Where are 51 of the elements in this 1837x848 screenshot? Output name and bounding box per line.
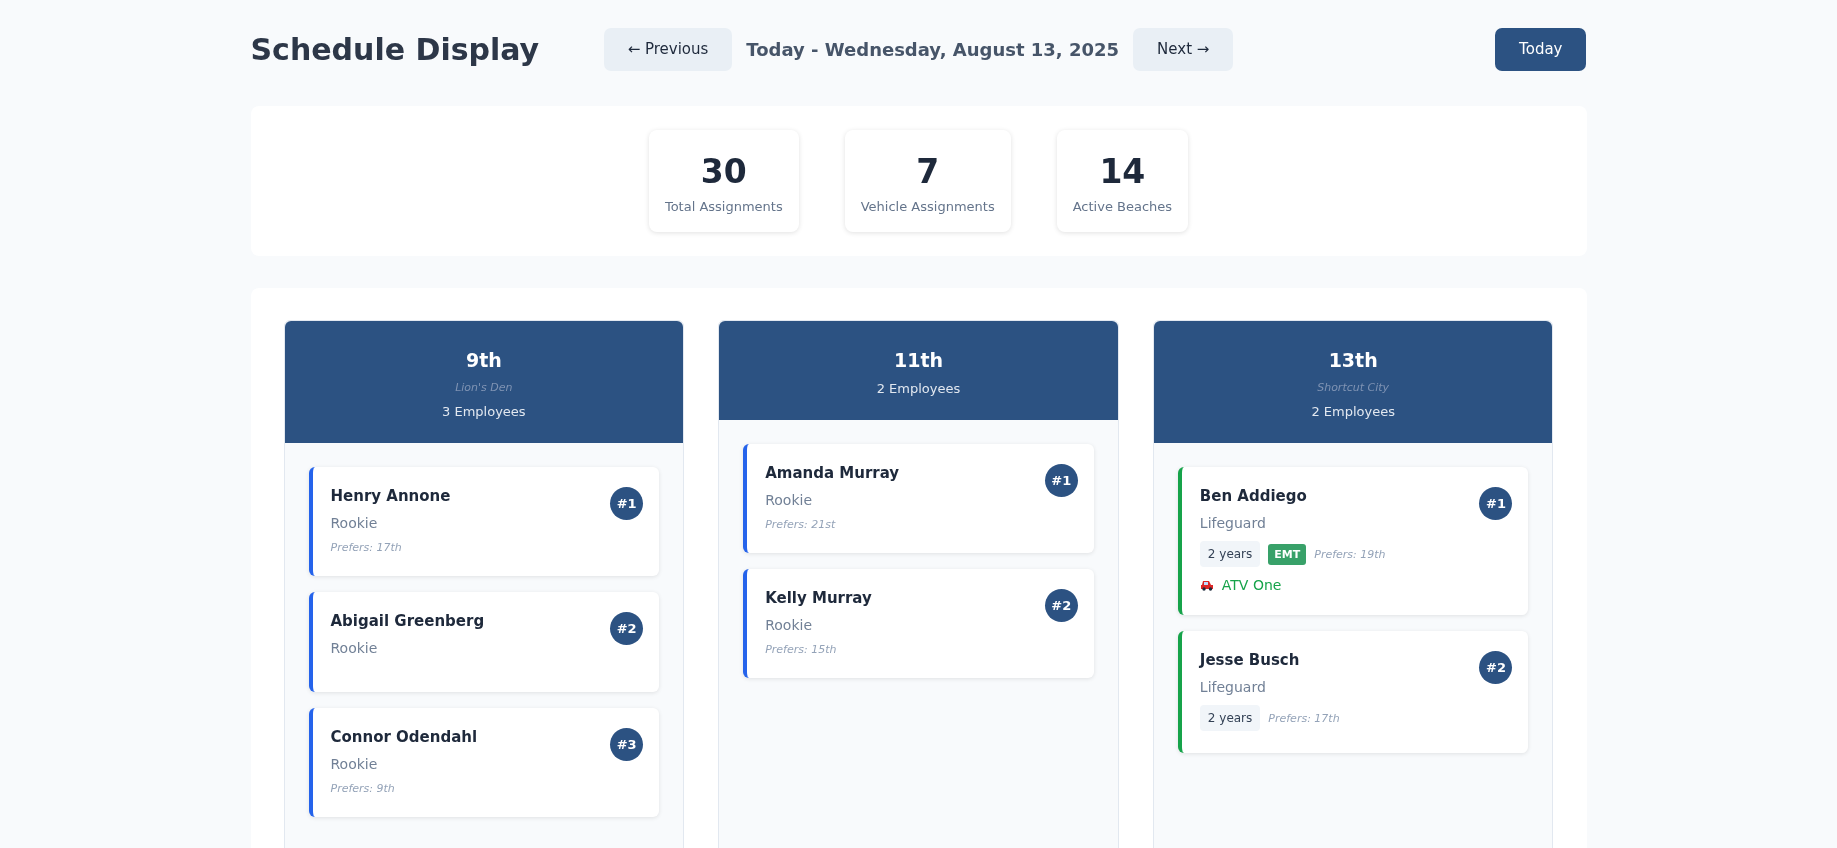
- beach-name: 13th: [1328, 349, 1378, 371]
- certification-tag: EMT: [1268, 543, 1307, 565]
- rank-badge: #2: [1044, 589, 1078, 622]
- employee-count: 2 Employees: [876, 381, 961, 396]
- rank-badge: #2: [1479, 651, 1513, 684]
- employee-name: Henry Annone: [330, 487, 451, 505]
- employee-role: Rookie: [330, 640, 379, 656]
- employee-role: Rookie: [765, 492, 813, 508]
- stat-value: 14: [1099, 152, 1146, 191]
- stat-value: 7: [916, 152, 940, 191]
- employee-name: Kelly Murray: [765, 589, 872, 607]
- experience-tag: 2 years: [1199, 541, 1261, 567]
- stat-value: 30: [700, 152, 747, 191]
- beach-subtitle: Lion's Den: [455, 381, 513, 394]
- employee-name: Ben Addiego: [1199, 487, 1308, 505]
- beach-subtitle: Shortcut City: [1317, 381, 1390, 394]
- employee-name: Connor Odendahl: [330, 728, 478, 746]
- employee-count: 3 Employees: [442, 404, 526, 419]
- rank-badge: #1: [1044, 464, 1078, 497]
- rank-badge: #1: [1479, 487, 1513, 520]
- beach-name: 11th: [893, 349, 943, 371]
- employee-role: Lifeguard: [1199, 679, 1267, 695]
- experience-tag: 2 years: [1199, 705, 1261, 731]
- employee-name: Amanda Murray: [765, 464, 900, 482]
- preference-text: Prefers: 15th: [765, 643, 837, 656]
- current-date: Today - Wednesday, August 13, 2025: [746, 38, 1120, 60]
- previous-button[interactable]: ← Previous: [603, 27, 733, 71]
- employee-name: Jesse Busch: [1199, 651, 1301, 669]
- rank-badge: #3: [610, 728, 644, 761]
- employee-count: 2 Employees: [1311, 404, 1395, 419]
- vehicle-assignment: ATV One: [1221, 577, 1282, 593]
- rank-badge: #1: [610, 487, 644, 520]
- preference-text: Prefers: 21st: [765, 518, 836, 531]
- today-button[interactable]: Today: [1495, 27, 1587, 71]
- preference-text: Prefers: 17th: [330, 541, 402, 554]
- employee-role: Lifeguard: [1199, 515, 1267, 531]
- employee-role: Rookie: [330, 515, 379, 531]
- stat-label: Vehicle Assignments: [860, 199, 995, 214]
- employee-role: Rookie: [330, 756, 379, 772]
- preference-text: Prefers: 19th: [1314, 547, 1386, 561]
- employee-role: Rookie: [765, 617, 813, 633]
- preference-text: Prefers: 17th: [1268, 711, 1340, 725]
- next-button[interactable]: Next →: [1133, 27, 1234, 71]
- beach-name: 9th: [465, 349, 502, 371]
- employee-name: Abigail Greenberg: [330, 612, 485, 630]
- stat-label: Active Beaches: [1072, 199, 1173, 214]
- stat-label: Total Assignments: [664, 199, 783, 214]
- car-icon: [1199, 579, 1214, 591]
- rank-badge: #2: [610, 612, 644, 645]
- preference-text: Prefers: 9th: [330, 782, 395, 795]
- page-title: Schedule Display: [250, 31, 541, 67]
